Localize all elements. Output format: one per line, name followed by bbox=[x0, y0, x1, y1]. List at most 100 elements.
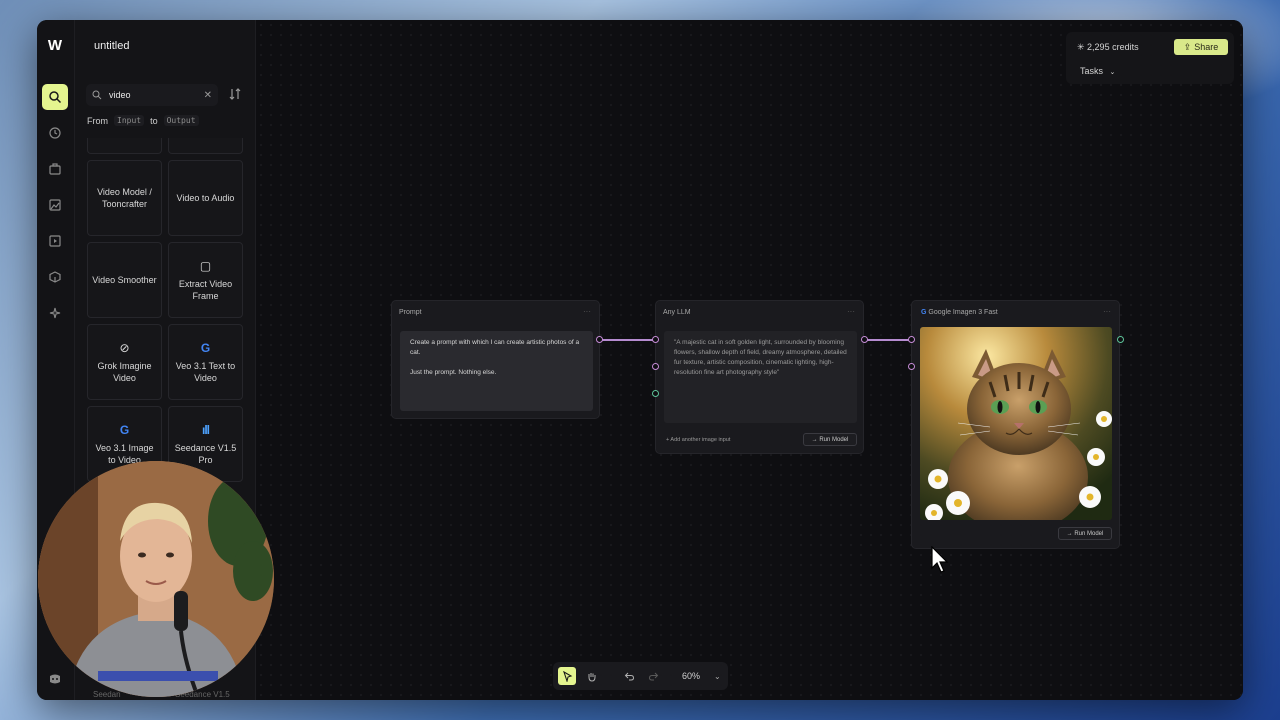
chevron-down-icon: ⌄ bbox=[1109, 69, 1116, 76]
prompt-text-area[interactable]: Create a prompt with which I can create … bbox=[400, 331, 593, 411]
llm-output-area: "A majestic cat in soft golden light, su… bbox=[664, 331, 857, 423]
image-edit-icon bbox=[49, 199, 61, 211]
llm-prompt-input-handle[interactable] bbox=[652, 336, 659, 343]
prompt-line-2: Just the prompt. Nothing else. bbox=[410, 369, 497, 376]
imagen-node[interactable]: G Google Imagen 3 Fast ··· → Run Model bbox=[911, 300, 1120, 549]
undo-icon bbox=[624, 672, 634, 680]
node-title: Any LLM bbox=[663, 309, 691, 316]
frame-icon: ▢ bbox=[199, 258, 212, 273]
node-card-label: Veo 3.1 Text to Video bbox=[175, 360, 236, 383]
rail-sparkle-button[interactable] bbox=[42, 300, 68, 326]
prompt-node[interactable]: Prompt ··· Create a prompt with which I … bbox=[391, 300, 600, 419]
share-button[interactable]: ⇪ Share bbox=[1174, 39, 1228, 55]
connection-wire bbox=[602, 339, 654, 341]
node-menu-icon[interactable]: ··· bbox=[1103, 307, 1111, 316]
app-logo[interactable]: W bbox=[46, 38, 64, 54]
credits-value: 2,295 credits bbox=[1087, 42, 1139, 52]
to-label: to bbox=[150, 115, 158, 126]
sort-icon[interactable] bbox=[228, 87, 242, 101]
prompt-line-1: Create a prompt with which I can create … bbox=[410, 339, 580, 356]
redo-icon bbox=[648, 672, 658, 680]
node-title: G Google Imagen 3 Fast bbox=[921, 309, 998, 316]
llm-output-handle[interactable] bbox=[861, 336, 868, 343]
node-card-label: Extract Video Frame bbox=[178, 278, 233, 301]
add-image-input-link[interactable]: + Add another image input bbox=[666, 437, 730, 443]
node-card-video-smoother[interactable]: Video Smoother bbox=[87, 242, 162, 318]
undo-button[interactable] bbox=[620, 667, 638, 685]
pan-tool-button[interactable] bbox=[582, 667, 600, 685]
video-icon bbox=[49, 235, 61, 247]
run-model-button[interactable]: → Run Model bbox=[1058, 527, 1112, 540]
canvas-toolbar: 60% ⌄ bbox=[553, 662, 728, 690]
account-panel: ✳ 2,295 credits ⇪ Share Tasks ⌄ bbox=[1066, 32, 1234, 84]
node-menu-icon[interactable]: ··· bbox=[583, 307, 591, 316]
connection-wire bbox=[866, 339, 910, 341]
presenter-video bbox=[38, 461, 274, 697]
rail-video-button[interactable] bbox=[42, 228, 68, 254]
imagen-prompt-input-handle[interactable] bbox=[908, 336, 915, 343]
node-title: Prompt bbox=[399, 309, 422, 316]
node-card-partial[interactable] bbox=[87, 138, 162, 154]
io-filter-row: From Input to Output bbox=[87, 115, 199, 126]
node-card-label: Grok Imagine Video bbox=[97, 360, 152, 383]
generated-cat-image bbox=[920, 327, 1112, 520]
imagen-negative-input-handle[interactable] bbox=[908, 363, 915, 370]
run-model-button[interactable]: → Run Model bbox=[803, 433, 857, 446]
node-search-field[interactable]: video ✕ bbox=[86, 84, 218, 106]
prompt-output-handle[interactable] bbox=[596, 336, 603, 343]
node-card-label: Video to Audio bbox=[176, 193, 235, 203]
node-card-video-to-audio[interactable]: Video to Audio bbox=[168, 160, 243, 236]
clear-search-icon[interactable]: ✕ bbox=[204, 90, 212, 101]
redo-button[interactable] bbox=[644, 667, 662, 685]
bytedance-icon: ıll bbox=[201, 422, 210, 437]
google-icon: G bbox=[119, 422, 130, 437]
node-card-video-model[interactable]: Video Model / Tooncrafter bbox=[87, 160, 162, 236]
input-filter-chip[interactable]: Input bbox=[114, 115, 145, 126]
chevron-down-icon[interactable]: ⌄ bbox=[714, 672, 721, 681]
tasks-dropdown[interactable]: Tasks ⌄ bbox=[1080, 66, 1115, 76]
rail-3d-button[interactable] bbox=[42, 264, 68, 290]
node-card-label: Video Model / Tooncrafter bbox=[97, 187, 152, 209]
llm-node[interactable]: Any LLM ··· "A majestic cat in soft gold… bbox=[655, 300, 864, 454]
from-label: From bbox=[87, 115, 108, 126]
cube-icon bbox=[49, 271, 61, 283]
llm-system-input-handle[interactable] bbox=[652, 363, 659, 370]
llm-image-input-handle[interactable] bbox=[652, 390, 659, 397]
card-label-peek: Seedan bbox=[93, 690, 121, 699]
document-title[interactable]: untitled bbox=[94, 40, 129, 52]
rail-briefcase-button[interactable] bbox=[42, 156, 68, 182]
zoom-level[interactable]: 60% bbox=[682, 671, 700, 681]
credits-display: ✳ 2,295 credits bbox=[1077, 42, 1139, 53]
google-icon: G bbox=[200, 340, 211, 355]
rail-image-edit-button[interactable] bbox=[42, 192, 68, 218]
search-icon bbox=[92, 90, 102, 100]
rail-history-button[interactable] bbox=[42, 120, 68, 146]
rail-discord-button[interactable] bbox=[42, 666, 68, 692]
node-card-veo-text[interactable]: G Veo 3.1 Text to Video bbox=[168, 324, 243, 400]
mouse-cursor-icon bbox=[931, 546, 949, 573]
output-filter-chip[interactable]: Output bbox=[163, 115, 199, 126]
google-icon: G bbox=[921, 309, 927, 316]
pointer-icon bbox=[562, 670, 572, 682]
briefcase-icon bbox=[49, 163, 61, 175]
node-menu-icon[interactable]: ··· bbox=[847, 307, 855, 316]
node-card-grok-video[interactable]: ⊘ Grok Imagine Video bbox=[87, 324, 162, 400]
share-label: Share bbox=[1194, 42, 1219, 52]
search-icon bbox=[49, 91, 62, 104]
rail-search-button[interactable] bbox=[42, 84, 68, 110]
node-card-label: Video Smoother bbox=[92, 275, 157, 285]
imagen-output-handle[interactable] bbox=[1117, 336, 1124, 343]
node-title-text: Google Imagen 3 Fast bbox=[928, 309, 998, 316]
grok-icon: ⊘ bbox=[119, 340, 130, 355]
history-icon bbox=[49, 127, 61, 139]
webcam-overlay bbox=[38, 461, 274, 697]
node-card-extract-frame[interactable]: ▢ Extract Video Frame bbox=[168, 242, 243, 318]
credits-icon: ✳ bbox=[1077, 42, 1088, 52]
discord-icon bbox=[50, 674, 60, 684]
sparkle-icon bbox=[49, 307, 61, 319]
search-input-value[interactable]: video bbox=[109, 90, 204, 100]
node-card-label: Seedance V1.5 Pro bbox=[174, 442, 237, 465]
hand-icon bbox=[588, 672, 595, 682]
node-card-partial[interactable] bbox=[168, 138, 243, 154]
select-tool-button[interactable] bbox=[558, 667, 576, 685]
